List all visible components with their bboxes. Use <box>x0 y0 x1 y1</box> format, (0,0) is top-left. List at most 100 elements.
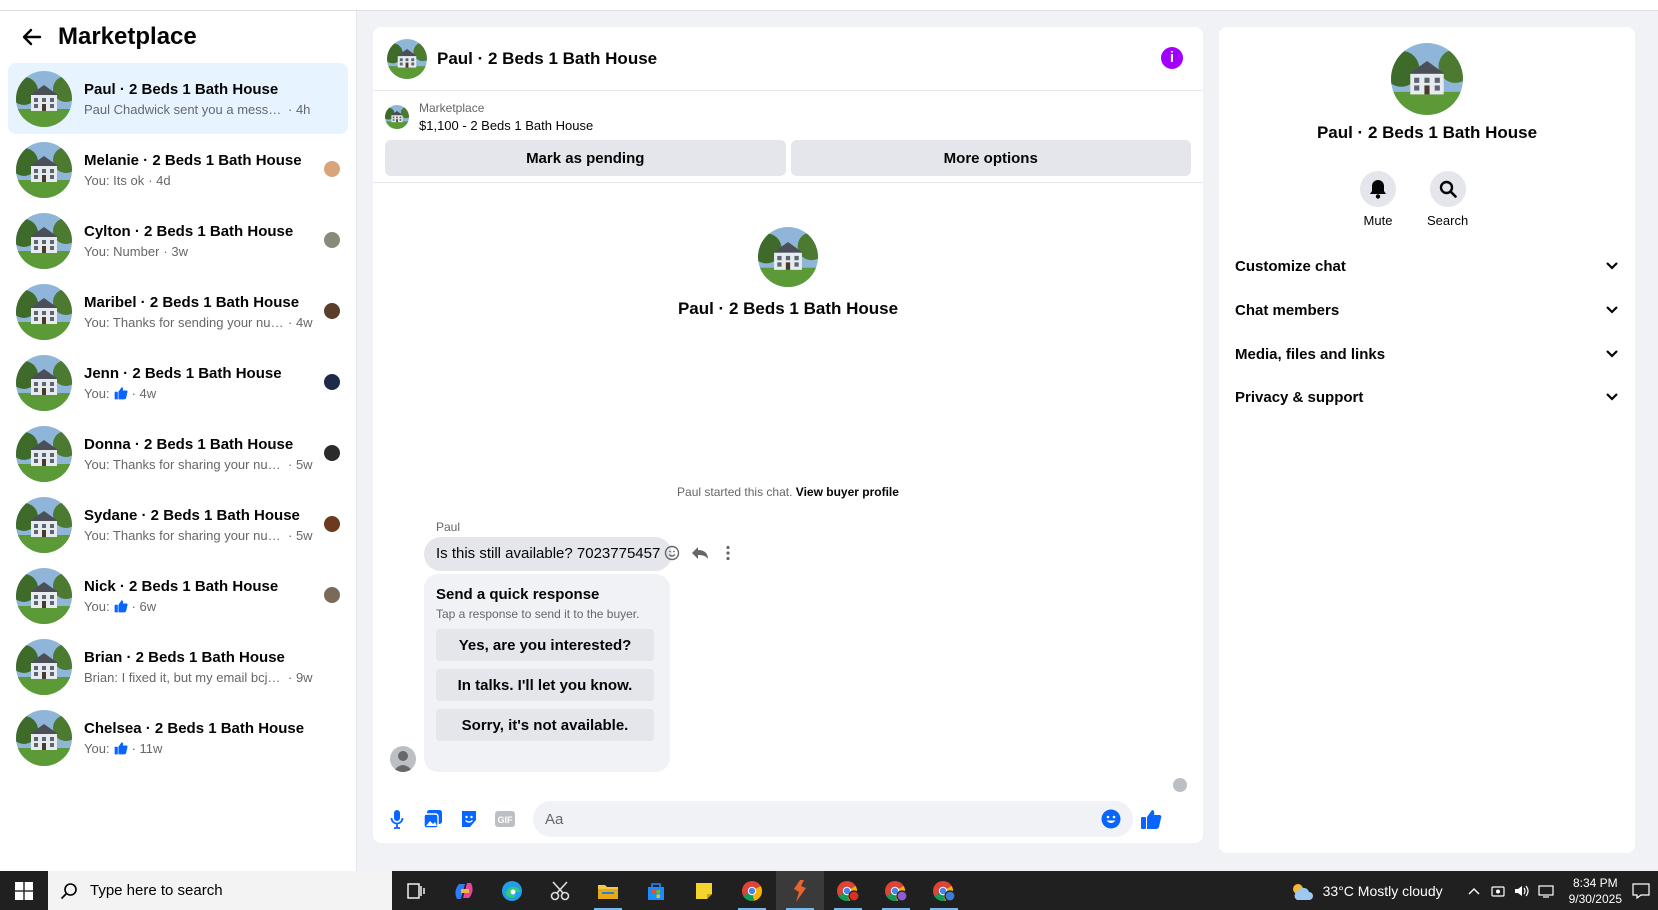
search-button[interactable]: Search <box>1427 171 1468 228</box>
conversation-item[interactable]: Maribel · 2 Beds 1 Bath House You: Thanks… <box>8 276 348 347</box>
conversation-preview: Paul Chadwick sent you a message ab... <box>84 101 284 117</box>
chrome-profile-blue-icon[interactable] <box>920 871 968 910</box>
conversation-preview: You: <box>84 740 110 756</box>
conversation-avatar <box>16 355 72 411</box>
quick-response-talks-button[interactable]: In talks. I'll let you know. <box>436 669 654 701</box>
more-options-button[interactable]: More options <box>790 140 1191 176</box>
taskbar-search-box[interactable]: Type here to search <box>48 871 392 910</box>
copilot-icon[interactable] <box>440 871 488 910</box>
info-icon[interactable]: i <box>1161 47 1183 69</box>
privacy-support-section[interactable]: Privacy & support <box>1235 379 1619 415</box>
chat-members-section[interactable]: Chat members <box>1235 292 1619 328</box>
quick-response-sorry-button[interactable]: Sorry, it's not available. <box>436 709 654 741</box>
conversation-preview-row: You: · 11w <box>84 741 324 756</box>
edge-icon[interactable] <box>488 871 536 910</box>
notifications-icon[interactable] <box>1630 882 1652 899</box>
search-label: Search <box>1427 213 1469 228</box>
network-icon[interactable] <box>1535 884 1557 898</box>
conversation-item[interactable]: Donna · 2 Beds 1 Bath House You: Thanks f… <box>8 418 348 489</box>
conversation-item[interactable]: Paul · 2 Beds 1 Bath House Paul Chadwick … <box>8 63 348 134</box>
message-bubble[interactable]: Is this still available? 7023775457 <box>424 537 673 571</box>
mute-label: Mute <box>1363 213 1393 228</box>
conversation-avatar <box>16 710 72 766</box>
conversation-avatar <box>16 568 72 624</box>
conversation-time: · 6w <box>131 598 157 614</box>
task-view-icon[interactable] <box>392 871 440 910</box>
volume-icon[interactable] <box>1511 884 1533 898</box>
mark-pending-button[interactable]: Mark as pending <box>385 140 786 176</box>
conversation-text: Chelsea · 2 Beds 1 Bath House You: · 11w <box>84 720 324 756</box>
conversation-item[interactable]: Chelsea · 2 Beds 1 Bath House You: · 11w <box>8 702 348 773</box>
conversation-time: · 4h <box>288 101 311 117</box>
seen-indicator-avatar <box>1173 778 1187 792</box>
chrome-profile-red-icon[interactable] <box>824 871 872 910</box>
conversation-name: Maribel · 2 Beds 1 Bath House <box>84 293 300 311</box>
conversation-item[interactable]: Melanie · 2 Beds 1 Bath House You: Its ok… <box>8 134 348 205</box>
thumbs-up-send-icon[interactable] <box>1139 807 1163 831</box>
mute-button[interactable]: Mute <box>1360 171 1396 228</box>
quick-response-title: Send a quick response <box>436 586 600 603</box>
conversation-text: Cylton · 2 Beds 1 Bath House You: Number ·… <box>84 223 324 259</box>
windows-start-icon[interactable] <box>0 871 48 910</box>
conversation-item[interactable]: Cylton · 2 Beds 1 Bath House You: Number ·… <box>8 205 348 276</box>
sidebar-header: Marketplace <box>0 11 356 63</box>
customize-chat-section[interactable]: Customize chat <box>1235 248 1619 284</box>
meet-now-icon[interactable] <box>1487 884 1509 898</box>
conversation-name: Melanie · 2 Beds 1 Bath House <box>84 151 302 169</box>
chevron-up-icon[interactable] <box>1463 887 1485 895</box>
conversation-avatar <box>16 213 72 269</box>
reply-icon[interactable] <box>691 544 709 562</box>
search-icon <box>1429 171 1466 207</box>
media-files-links-section[interactable]: Media, files and links <box>1235 336 1619 372</box>
conversation-preview: You: Thanks for sharing your num... <box>84 527 284 543</box>
conversation-preview-row: You: Its ok · 4d <box>84 173 324 188</box>
sender-avatar <box>390 746 416 772</box>
conversation-preview: You: Thanks for sharing your num... <box>84 456 284 472</box>
file-explorer-icon[interactable] <box>584 871 632 910</box>
gif-icon[interactable]: GIF <box>493 807 517 831</box>
quick-response-card: Send a quick response Tap a response to … <box>424 574 670 772</box>
quick-response-subtitle: Tap a response to send it to the buyer. <box>436 607 640 621</box>
emoji-icon[interactable] <box>1099 807 1123 831</box>
thumbs-up-icon <box>114 387 128 400</box>
chrome-profile-purple-icon[interactable] <box>872 871 920 910</box>
conversation-preview: You: <box>84 385 110 401</box>
chat-title[interactable]: Paul · 2 Beds 1 Bath House <box>437 49 657 69</box>
sticker-icon[interactable] <box>457 807 481 831</box>
chat-avatar[interactable] <box>387 39 427 79</box>
photo-icon[interactable] <box>421 807 445 831</box>
taskbar-clock[interactable]: 8:34 PM 9/30/2025 <box>1569 875 1622 907</box>
view-buyer-profile-link[interactable]: View buyer profile <box>796 485 899 499</box>
intro-avatar <box>758 227 818 287</box>
details-avatar[interactable] <box>1391 43 1463 115</box>
conversation-item[interactable]: Nick · 2 Beds 1 Bath House You: · 6w <box>8 560 348 631</box>
conversation-item[interactable]: Brian · 2 Beds 1 Bath House Brian: I fixe… <box>8 631 348 702</box>
conversation-time: · 4d <box>148 172 171 188</box>
conversation-text: Jenn · 2 Beds 1 Bath House You: · 4w <box>84 365 324 401</box>
microsoft-store-icon[interactable] <box>632 871 680 910</box>
conversation-name: Brian · 2 Beds 1 Bath House <box>84 648 285 666</box>
message-input[interactable] <box>533 801 1133 837</box>
weather-widget[interactable]: 33°C Mostly cloudy <box>1289 881 1443 901</box>
microphone-icon[interactable] <box>385 807 409 831</box>
search-icon <box>60 882 77 899</box>
more-vertical-icon[interactable] <box>719 544 737 562</box>
conversation-text: Sydane · 2 Beds 1 Bath House You: Thanks … <box>84 507 324 543</box>
back-arrow-icon[interactable] <box>18 23 46 51</box>
conversation-preview-row: You: · 6w <box>84 599 324 614</box>
chrome-icon[interactable] <box>728 871 776 910</box>
snipping-tool-icon[interactable] <box>536 871 584 910</box>
conversation-item[interactable]: Sydane · 2 Beds 1 Bath House You: Thanks … <box>8 489 348 560</box>
conversation-sidebar: Marketplace Paul · 2 Beds 1 Bath House Pa… <box>0 11 357 871</box>
active-app-icon[interactable] <box>776 871 824 910</box>
react-smiley-icon[interactable] <box>663 544 681 562</box>
marketplace-label: Marketplace <box>419 101 485 115</box>
conversation-item[interactable]: Jenn · 2 Beds 1 Bath House You: · 4w <box>8 347 348 418</box>
quick-response-yes-button[interactable]: Yes, are you interested? <box>436 629 654 661</box>
sticky-notes-icon[interactable] <box>680 871 728 910</box>
conversation-name: Cylton · 2 Beds 1 Bath House <box>84 222 294 240</box>
system-tray: 33°C Mostly cloudy 8:34 PM 9/30/2025 <box>1289 871 1658 910</box>
listing-summary[interactable]: Marketplace $1,100 - 2 Beds 1 Bath House <box>373 91 1203 133</box>
conversation-preview: Brian: I fixed it, but my email bcjb20..… <box>84 669 284 685</box>
cloud-sun-icon <box>1292 883 1313 900</box>
